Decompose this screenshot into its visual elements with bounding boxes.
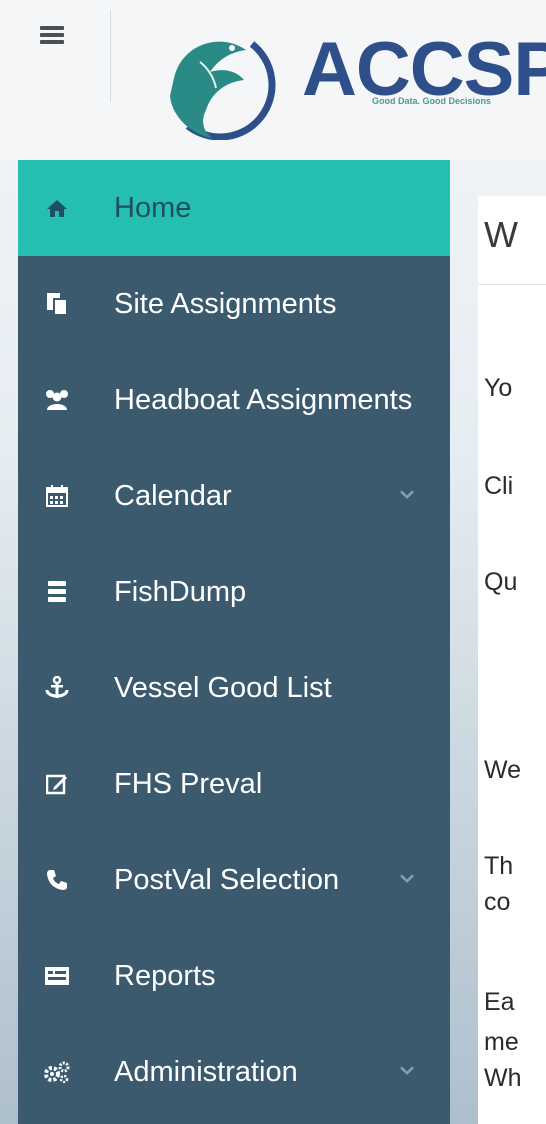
sidebar-item-label: Calendar bbox=[114, 479, 232, 512]
chevron-down-icon[interactable] bbox=[398, 1061, 416, 1079]
sidebar-item-headboat-assignments[interactable]: Headboat Assignments bbox=[18, 352, 450, 448]
cogs-icon bbox=[44, 1059, 70, 1085]
sidebar-item-label: PostVal Selection bbox=[114, 863, 340, 896]
file-copy-icon bbox=[44, 291, 70, 317]
sidebar-item-label: Headboat Assignments bbox=[114, 383, 413, 416]
content-line: me bbox=[484, 1028, 519, 1056]
hamburger-menu-icon[interactable] bbox=[40, 26, 64, 44]
fish-logo-icon bbox=[170, 41, 276, 140]
report-icon bbox=[44, 963, 70, 989]
sidebar-item-fhs-preval[interactable]: FHS Preval bbox=[18, 736, 450, 832]
main-content-panel: W Yo Cli Qu We Th co Ea me Wh bbox=[478, 196, 546, 1124]
content-line: Wh bbox=[484, 1064, 522, 1092]
content-line: Th bbox=[484, 852, 514, 880]
title-divider bbox=[478, 284, 546, 285]
sidebar-item-site-assignments[interactable]: Site Assignments bbox=[18, 256, 450, 352]
top-header: ACCSP Good Data. Good Decisions bbox=[0, 0, 546, 160]
content-line: We bbox=[484, 756, 522, 784]
page-title: W bbox=[484, 214, 518, 255]
home-icon bbox=[44, 195, 70, 221]
sidebar-item-home[interactable]: Home bbox=[18, 160, 450, 256]
sidebar-item-label: Home bbox=[114, 191, 192, 224]
sidebar-item-label: FHS Preval bbox=[114, 767, 263, 800]
sidebar-item-label: Administration bbox=[114, 1055, 298, 1088]
sidebar-item-administration[interactable]: Administration bbox=[18, 1024, 450, 1120]
phone-icon bbox=[44, 867, 70, 893]
sidebar-item-calendar[interactable]: Calendar bbox=[18, 448, 450, 544]
sidebar-item-vessel-good-list[interactable]: Vessel Good List bbox=[18, 640, 450, 736]
content-line: Ea bbox=[484, 988, 515, 1016]
anchor-icon bbox=[44, 675, 70, 701]
sidebar-nav: Home Site Assignments Headboat Assignmen… bbox=[18, 160, 450, 1124]
calendar-icon bbox=[44, 483, 70, 509]
users-icon bbox=[44, 387, 70, 413]
header-divider bbox=[110, 10, 111, 102]
edit-icon bbox=[44, 771, 70, 797]
chevron-down-icon[interactable] bbox=[398, 485, 416, 503]
sidebar-item-reports[interactable]: Reports bbox=[18, 928, 450, 1024]
content-line: Yo bbox=[484, 374, 513, 402]
sidebar-item-label: Site Assignments bbox=[114, 287, 337, 320]
sidebar-item-postval-selection[interactable]: PostVal Selection bbox=[18, 832, 450, 928]
content-line: Cli bbox=[484, 472, 514, 500]
brand-tagline: Good Data. Good Decisions bbox=[372, 96, 492, 106]
sidebar-item-fishdump[interactable]: FishDump bbox=[18, 544, 450, 640]
sidebar-item-label: Reports bbox=[114, 959, 216, 992]
content-line: co bbox=[484, 888, 511, 916]
sidebar-item-label: Vessel Good List bbox=[114, 671, 332, 704]
chevron-down-icon[interactable] bbox=[398, 869, 416, 887]
database-icon bbox=[44, 579, 70, 605]
sidebar-item-label: FishDump bbox=[114, 575, 247, 608]
content-line: Qu bbox=[484, 568, 518, 596]
